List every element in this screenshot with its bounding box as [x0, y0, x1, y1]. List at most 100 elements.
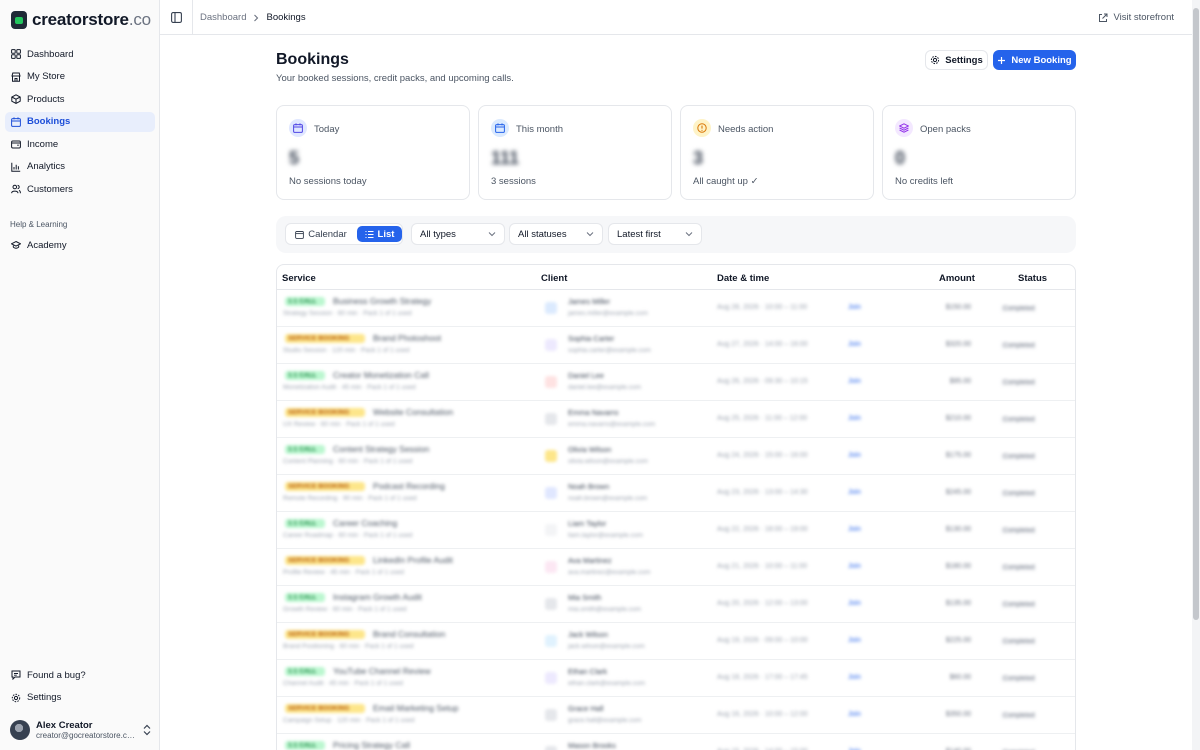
sidebar-item-academy[interactable]: Academy — [5, 235, 155, 255]
table-row[interactable]: 1:1 CALL Content Strategy Session Content … — [277, 438, 1075, 475]
client-avatar — [545, 635, 557, 647]
join-link[interactable]: Join — [848, 674, 861, 681]
breadcrumb-dashboard[interactable]: Dashboard — [200, 12, 246, 23]
booking-datetime: Aug 24, 2026 · 15:00 – 16:00 — [717, 452, 808, 459]
service-meta: Growth Review · 60 min · Pack 1 of 1 use… — [283, 606, 407, 613]
table-row[interactable]: SERVICE BOOKING Podcast Recording Remote R… — [277, 475, 1075, 512]
join-link[interactable]: Join — [848, 600, 861, 607]
booking-amount: $150.00 — [945, 304, 971, 311]
join-link[interactable]: Join — [848, 637, 861, 644]
status-badge: Completed — [1001, 379, 1037, 386]
service-type-badge: 1:1 CALL — [285, 519, 325, 528]
stat-note: No credits left — [895, 176, 954, 187]
table-row[interactable]: SERVICE BOOKING Brand Consultation Brand P… — [277, 623, 1075, 660]
chevrons-up-down-icon — [143, 724, 151, 736]
scrollbar-thumb[interactable] — [1193, 8, 1199, 620]
calendar-icon — [295, 230, 305, 239]
service-name: Instagram Growth Audit — [333, 592, 422, 602]
join-link[interactable]: Join — [848, 452, 861, 459]
sidebar-item-label: Income — [27, 138, 59, 150]
sidebar-item-found-a-bug[interactable]: Found a bug? — [5, 665, 155, 685]
sidebar-item-dashboard[interactable]: Dashboard — [5, 44, 155, 64]
gear-icon — [931, 55, 940, 65]
client-avatar — [545, 746, 557, 750]
booking-datetime: Aug 20, 2026 · 12:00 – 13:00 — [717, 600, 808, 607]
sidebar-item-settings[interactable]: Settings — [5, 688, 155, 708]
stat-value: 5 — [289, 148, 300, 168]
booking-datetime: Aug 21, 2026 · 10:00 – 11:00 — [717, 563, 808, 570]
user-menu[interactable]: Alex Creator creator@gocreatorstore.com — [10, 718, 152, 742]
client-name: Sophia Carter — [568, 334, 615, 343]
service-type-badge: SERVICE BOOKING — [285, 630, 365, 639]
client-email: sophia.carter@example.com — [568, 347, 651, 354]
stat-value: 0 — [895, 148, 906, 168]
booking-datetime: Aug 28, 2026 · 10:00 – 11:00 — [717, 304, 808, 311]
sidebar-nav: Dashboard My Store Products Bookings Income A… — [5, 44, 155, 202]
booking-amount: $130.00 — [945, 526, 971, 533]
page-scrollbar[interactable] — [1192, 0, 1200, 750]
view-list-button[interactable]: List — [357, 226, 402, 242]
sidebar-toggle-icon[interactable] — [171, 12, 182, 23]
stat-card-this-month: This month 111 3 sessions — [478, 105, 672, 200]
table-row[interactable]: 1:1 CALL Career Coaching Career Roadmap · … — [277, 512, 1075, 549]
service-name: Brand Consultation — [373, 629, 446, 639]
sidebar-item-analytics[interactable]: Analytics — [5, 157, 155, 177]
table-row[interactable]: SERVICE BOOKING Brand Photoshoot Studio Se… — [277, 327, 1075, 364]
service-meta: Strategy Session · 60 min · Pack 1 of 1 … — [283, 310, 412, 317]
join-link[interactable]: Join — [848, 341, 861, 348]
table-row[interactable]: 1:1 CALL Business Growth Strategy Strategy… — [277, 290, 1075, 327]
service-name: Pricing Strategy Call — [333, 740, 411, 750]
join-link[interactable]: Join — [848, 711, 861, 718]
table-row[interactable]: SERVICE BOOKING LinkedIn Profile Audit Pro… — [277, 549, 1075, 586]
visit-storefront-link[interactable]: Visit storefront — [1098, 12, 1174, 23]
table-row[interactable]: SERVICE BOOKING Email Marketing Setup Camp… — [277, 697, 1075, 734]
view-list-label: List — [377, 228, 395, 240]
status-filter-select[interactable]: All statuses — [509, 223, 603, 245]
brand-name: creatorstore — [32, 10, 129, 29]
sidebar-item-income[interactable]: Income — [5, 134, 155, 154]
settings-button-label: Settings — [945, 54, 983, 66]
service-meta: Career Roadmap · 60 min · Pack 1 of 1 us… — [283, 532, 413, 539]
join-link[interactable]: Join — [848, 526, 861, 533]
client-avatar — [545, 672, 557, 684]
table-row[interactable]: 1:1 CALL Instagram Growth Audit Growth Rev… — [277, 586, 1075, 623]
booking-datetime: Aug 23, 2026 · 13:00 – 14:30 — [717, 489, 808, 496]
service-type-badge: SERVICE BOOKING — [285, 408, 365, 417]
settings-button[interactable]: Settings — [925, 50, 988, 70]
join-link[interactable]: Join — [848, 415, 861, 422]
sidebar-item-bookings[interactable]: Bookings — [5, 111, 155, 132]
client-avatar — [545, 598, 557, 610]
table-row[interactable]: 1:1 CALL YouTube Channel Review Channel Au… — [277, 660, 1075, 697]
booking-amount: $135.00 — [945, 600, 971, 607]
type-filter-value: All types — [420, 228, 456, 240]
sidebar-item-label: Customers — [27, 183, 73, 195]
table-row[interactable]: SERVICE BOOKING Website Consultation UX Re… — [277, 401, 1075, 438]
table-row[interactable]: 1:1 CALL Creator Monetization Call Monetiz… — [277, 364, 1075, 401]
stat-note: 3 sessions — [491, 176, 536, 187]
client-avatar — [545, 450, 557, 462]
booking-amount: $320.00 — [945, 341, 971, 348]
table-row[interactable]: 1:1 CALLPricing Strategy CallPricing Rev… — [277, 734, 1075, 750]
chevron-down-icon — [488, 232, 496, 237]
join-link[interactable]: Join — [848, 489, 861, 496]
sidebar-item-products[interactable]: Products — [5, 89, 155, 109]
join-link[interactable]: Join — [848, 563, 861, 570]
header-status: Status — [1018, 273, 1048, 284]
type-filter-select[interactable]: All types — [411, 223, 505, 245]
sidebar-item-customers[interactable]: Customers — [5, 179, 155, 199]
stat-icon-badge — [289, 119, 307, 137]
sidebar-item-my-store[interactable]: My Store — [5, 67, 155, 87]
new-booking-label: New Booking — [1011, 54, 1072, 66]
view-calendar-button[interactable]: Calendar — [288, 226, 354, 242]
join-link[interactable]: Join — [848, 378, 861, 385]
client-email: olivia.wilson@example.com — [568, 458, 648, 465]
service-meta: Profile Review · 45 min · Pack 1 of 1 us… — [283, 569, 405, 576]
sort-select[interactable]: Latest first — [608, 223, 702, 245]
user-name: Alex Creator — [36, 720, 93, 731]
new-booking-button[interactable]: New Booking — [993, 50, 1076, 70]
store-icon — [11, 72, 21, 82]
sidebar-item-label: Found a bug? — [27, 669, 86, 681]
join-link[interactable]: Join — [848, 304, 861, 311]
status-badge: Completed — [1001, 453, 1037, 460]
brand-logo[interactable]: creatorstore.co — [11, 10, 151, 30]
